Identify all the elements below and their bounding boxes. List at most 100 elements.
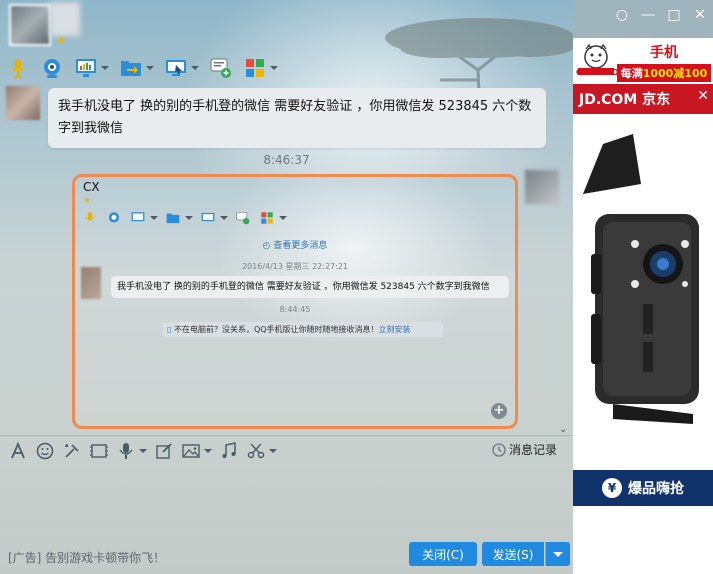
font-icon bbox=[8, 441, 28, 461]
screenshot-mic bbox=[81, 210, 99, 226]
message-bubble: 我手机没电了 换的别的手机登的微信 需要好友验证 ，你用微信发 523845 六… bbox=[48, 88, 546, 148]
message-timestamp: 8:46:37 bbox=[263, 153, 310, 167]
chevron-down-icon bbox=[279, 216, 287, 220]
screenshot-folder bbox=[164, 210, 193, 226]
gome-banner[interactable]: GOME.COM.CN 手机 每满1000减100 bbox=[573, 38, 713, 84]
gif-button[interactable] bbox=[89, 441, 109, 461]
camera-icon bbox=[40, 57, 64, 79]
message-history-button[interactable]: 消息记录 bbox=[492, 441, 557, 458]
ad-panel[interactable]: GOME.COM.CN 手机 每满1000减100 JD.COM 京东 ✕ ¥ … bbox=[573, 38, 713, 574]
close-button[interactable]: 关闭(C) bbox=[409, 542, 477, 566]
chevron-down-icon bbox=[150, 216, 158, 220]
chevron-down-icon bbox=[220, 216, 228, 220]
screenshot-notice-text: 不在电脑前？没关系，QQ手机版让你随时随地接收消息！ bbox=[173, 325, 379, 334]
send-button[interactable]: 发送(S) bbox=[482, 542, 544, 566]
music-button[interactable] bbox=[219, 441, 239, 461]
footer-ad-link[interactable]: [广告] 告别游戏卡顿带你飞！ bbox=[8, 549, 165, 566]
apps-button[interactable] bbox=[243, 57, 278, 79]
folder-arrow-icon bbox=[119, 57, 143, 79]
gome-promo-highlight: 1000减100 bbox=[642, 67, 708, 80]
body-camera-image bbox=[573, 114, 713, 434]
chevron-down-icon[interactable] bbox=[204, 449, 212, 453]
music-icon bbox=[219, 441, 239, 461]
message-add-icon bbox=[234, 210, 252, 226]
jd-banner[interactable]: JD.COM 京东 bbox=[573, 84, 713, 114]
skin-button[interactable]: ○ bbox=[609, 4, 635, 26]
screenshot-message-bubble: 我手机没电了 换的别的手机登的微信 需要好友验证 ，你用微信发 523845 六… bbox=[111, 276, 509, 298]
emoji-button[interactable] bbox=[35, 441, 55, 461]
contact-name-blurred bbox=[50, 2, 80, 36]
apps-grid-icon bbox=[243, 57, 267, 79]
chevron-down-icon[interactable] bbox=[101, 66, 109, 70]
clock-icon bbox=[492, 442, 506, 457]
screenshot-image[interactable]: CX ★ ◴ 查看更多消息 2016/4/13 星期三 22:27:21 我手机… bbox=[72, 174, 518, 429]
zoom-in-icon[interactable]: + bbox=[491, 403, 507, 419]
minimize-button[interactable]: — bbox=[635, 4, 661, 26]
window-controls: ○ — □ ✕ bbox=[609, 4, 713, 26]
gome-promo-line: 每满1000减100 bbox=[617, 64, 711, 82]
send-file-button[interactable] bbox=[119, 57, 154, 79]
edit-button[interactable] bbox=[154, 441, 174, 461]
scissors-icon bbox=[246, 441, 266, 461]
image-button[interactable] bbox=[181, 441, 212, 461]
video-call-button[interactable] bbox=[40, 57, 64, 79]
screenshot-notice-link: 立刻安装 bbox=[378, 325, 411, 334]
camera-icon bbox=[105, 210, 123, 226]
screenshot-date: 2016/4/13 星期三 22:27:21 bbox=[241, 262, 349, 271]
chat-toolbar bbox=[6, 54, 288, 82]
screenshot-button[interactable] bbox=[246, 441, 277, 461]
monitor-chart-icon bbox=[129, 210, 147, 226]
send-options-button[interactable] bbox=[545, 542, 570, 566]
sender-avatar[interactable] bbox=[6, 86, 40, 120]
screenshot-toolbar bbox=[81, 210, 293, 226]
microphone-icon bbox=[6, 57, 30, 79]
voice-call-button[interactable] bbox=[6, 57, 30, 79]
screenshot-avatar bbox=[81, 267, 101, 299]
screenshot-view-more: ◴ 查看更多消息 bbox=[75, 238, 515, 251]
contact-avatar[interactable] bbox=[9, 4, 51, 46]
voice-message-button[interactable] bbox=[116, 441, 147, 461]
create-group-button[interactable] bbox=[209, 57, 233, 79]
screenshot-camera bbox=[105, 210, 123, 226]
collapse-arrow-icon[interactable]: ⌄ bbox=[559, 424, 567, 435]
shake-icon bbox=[62, 441, 82, 461]
screenshot-monitor bbox=[129, 210, 158, 226]
gome-phone-title: 手机 bbox=[650, 45, 678, 61]
input-toolbar bbox=[8, 440, 284, 462]
image-icon bbox=[181, 441, 201, 461]
chevron-down-icon[interactable] bbox=[139, 449, 147, 453]
flash-sale-banner[interactable]: ¥ 爆品嗨抢 bbox=[573, 470, 713, 506]
screenshot-apps bbox=[258, 210, 287, 226]
screenshot-star-icon: ★ bbox=[83, 196, 92, 206]
font-button[interactable] bbox=[8, 441, 28, 461]
input-divider bbox=[0, 435, 573, 436]
maximize-button[interactable]: □ bbox=[661, 4, 687, 26]
apps-grid-icon bbox=[258, 210, 276, 226]
screenshot-msgadd bbox=[234, 210, 252, 226]
clock-icon: ◴ bbox=[262, 241, 274, 251]
shake-button[interactable] bbox=[62, 441, 82, 461]
screenshot-contact-name: CX bbox=[83, 180, 100, 194]
screen-share-button[interactable] bbox=[164, 57, 199, 79]
ad-close-icon[interactable]: ✕ bbox=[697, 88, 709, 104]
screenshot-screen bbox=[199, 210, 228, 226]
gome-promo-prefix: 每满 bbox=[620, 67, 643, 80]
message-input[interactable] bbox=[0, 464, 573, 534]
chevron-down-icon[interactable] bbox=[191, 66, 199, 70]
my-avatar[interactable] bbox=[525, 170, 559, 204]
voice-message-icon bbox=[116, 441, 136, 461]
chevron-down-icon[interactable] bbox=[269, 449, 277, 453]
close-window-button[interactable]: ✕ bbox=[687, 4, 713, 26]
remote-assist-button[interactable] bbox=[74, 57, 109, 79]
phone-icon: ▯ bbox=[167, 325, 174, 334]
edit-icon bbox=[154, 441, 174, 461]
screenshot-time: 8:44:45 bbox=[279, 305, 311, 314]
screen-share-icon bbox=[199, 210, 217, 226]
chevron-down-icon[interactable] bbox=[146, 66, 154, 70]
message-history-label: 消息记录 bbox=[509, 443, 558, 457]
monitor-chart-icon bbox=[74, 57, 98, 79]
chevron-down-icon[interactable] bbox=[270, 66, 278, 70]
screenshot-notice: ▯ 不在电脑前？没关系，QQ手机版让你随时随地接收消息！立刻安装 bbox=[163, 322, 443, 337]
message-add-icon bbox=[209, 57, 233, 79]
screen-share-icon bbox=[164, 57, 188, 79]
